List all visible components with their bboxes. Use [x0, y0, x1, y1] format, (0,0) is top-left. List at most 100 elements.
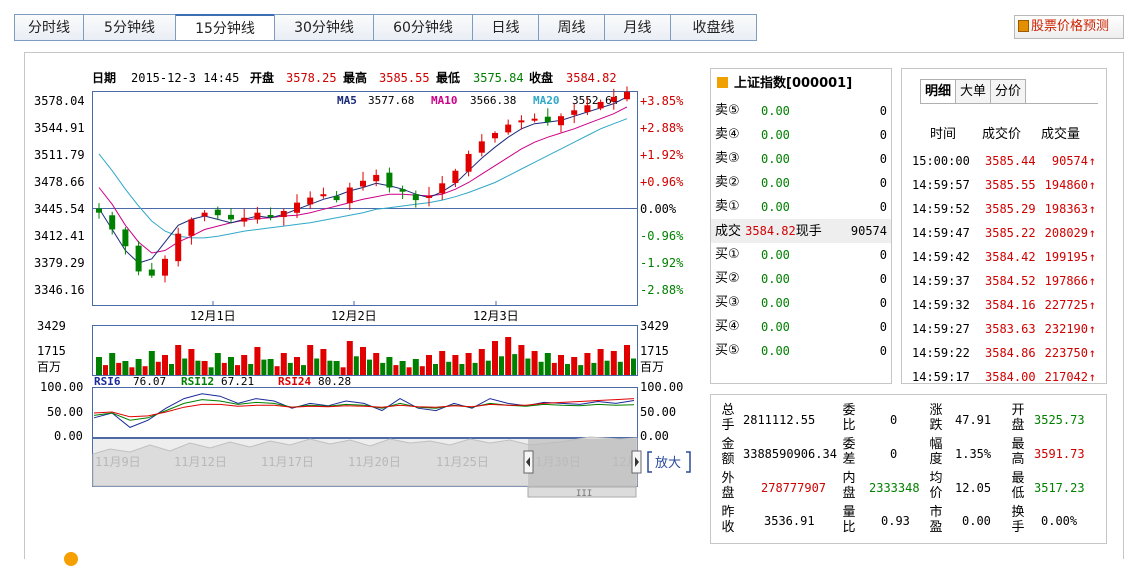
header-time: 时间 [930, 127, 957, 142]
tick-time: 14:59:17 [912, 370, 970, 384]
rsi24-label: RSI24 [278, 375, 311, 388]
bid-ratio-label: 委比 [842, 403, 856, 433]
sell-volume: 0 [879, 200, 887, 214]
buy-row: 买⑤ 0.00 0 [711, 339, 891, 363]
buy-level-label: 买⑤ [715, 343, 740, 358]
candle-body [294, 202, 300, 213]
navigator-window[interactable] [528, 439, 636, 486]
ma10-value: 3566.38 [470, 94, 516, 107]
hand-label: 现手 [795, 224, 822, 239]
volume-bar [393, 365, 399, 375]
volume-bar [267, 359, 274, 375]
prev-close-label: 昨收 [721, 505, 735, 535]
inner-label: 内盘 [842, 471, 856, 501]
sell-volume: 0 [879, 104, 887, 118]
rsi-chart-frame [92, 387, 638, 438]
volume-bar [340, 367, 346, 375]
rsi12-label: RSI12 [181, 375, 214, 388]
pe-label: 市盈 [929, 505, 943, 535]
tab-15min[interactable]: 15分钟线 [175, 14, 274, 41]
candle-body [360, 180, 366, 187]
rsi6-label: RSI6 [94, 375, 121, 388]
stock-predict-button[interactable]: 股票价格预测 [1014, 15, 1124, 39]
up-arrow-icon: ↑ [1088, 250, 1096, 264]
ma20-label: MA20 [533, 94, 560, 107]
tick-time: 14:59:37 [912, 274, 970, 288]
volume-bar [412, 359, 419, 375]
volume-bar [208, 367, 214, 375]
tab-60min[interactable]: 60分钟线 [373, 14, 472, 41]
tab-close-line[interactable]: 收盘线 [670, 14, 757, 41]
tab-30min[interactable]: 30分钟线 [274, 14, 373, 41]
candle-body [558, 116, 564, 126]
volume-bar [155, 361, 161, 375]
deal-label: 成交 [715, 224, 742, 239]
volume-bar [478, 349, 485, 375]
quote-title: 上证指数[000001] [711, 69, 891, 99]
tab-detail[interactable]: 明细 [920, 79, 956, 104]
kline-chart[interactable]: 日期 2015-12-3 14:45 开盘 3578.25 最高 3585.55… [0, 59, 700, 559]
change-pct-value: 1.35% [955, 447, 992, 461]
price-tick: 3445.54 [34, 202, 85, 216]
volume-bar [327, 360, 333, 375]
volume-bar [452, 355, 459, 375]
total-hands-value: 2811112.55 [743, 413, 816, 427]
volume-bar [492, 341, 498, 375]
tab-price-distribution[interactable]: 分价 [990, 79, 1027, 104]
tick-row: 14:59:52 3585.29 198363 ↑ [912, 197, 1102, 221]
volume-bar [221, 362, 227, 375]
turnover-label: 换手 [1011, 505, 1025, 535]
tab-monthly[interactable]: 月线 [604, 14, 670, 41]
tick-time: 14:59:22 [912, 346, 970, 360]
low-label: 最低 [436, 70, 460, 85]
pct-tick: +1.92% [640, 148, 684, 162]
sell-price: 0.00 [761, 152, 790, 166]
candle-body [531, 118, 538, 121]
rsi-axis-100: 100.00 [40, 380, 83, 394]
up-arrow-icon: ↑ [1088, 226, 1096, 240]
volume-bar [96, 357, 102, 375]
volume-bar [254, 347, 261, 375]
volume-bar [571, 357, 578, 375]
candle-body [96, 208, 102, 213]
volume-bar [373, 353, 380, 375]
volume-bar [610, 351, 617, 375]
candle-body [228, 214, 234, 220]
zoom-button[interactable]: 放大 [647, 451, 691, 473]
volume-bar [419, 366, 425, 375]
price-tick: 3544.91 [34, 121, 85, 135]
tab-large-orders[interactable]: 大单 [955, 79, 991, 104]
volume-bar [228, 357, 234, 375]
pct-tick: +2.88% [640, 121, 684, 135]
tick-price: 3584.42 [985, 250, 1036, 264]
tab-weekly[interactable]: 周线 [538, 14, 604, 41]
volume-bar [261, 359, 267, 375]
volume-bar [214, 353, 221, 375]
vol-ratio-value: 0.93 [881, 514, 910, 528]
volume-bar [129, 367, 135, 375]
tab-daily[interactable]: 日线 [472, 14, 538, 41]
scroll-grip-icon: III [576, 489, 592, 499]
bid-diff-value: 0 [890, 447, 898, 461]
volume-bar [386, 357, 393, 375]
open-stat-label: 开盘 [1011, 403, 1025, 433]
volume-bar [512, 354, 518, 375]
volume-bar [169, 364, 174, 375]
candle-body [280, 211, 287, 218]
tab-5min[interactable]: 5分钟线 [83, 14, 175, 41]
candle-body [544, 116, 551, 123]
candle-body [109, 215, 116, 230]
stats-panel: 总手 2811112.55 委比 0 涨跌 47.91 开盘 3525.73 金… [710, 394, 1107, 544]
candle-body [201, 212, 208, 217]
buy-price: 0.00 [761, 272, 790, 286]
tick-volume: 199195 [1044, 250, 1088, 264]
hand-value: 90574 [850, 224, 887, 238]
volume-bar [591, 362, 597, 375]
tick-time: 14:59:27 [912, 322, 970, 336]
tab-intraday[interactable]: 分时线 [14, 14, 83, 41]
volume-bar [367, 359, 372, 375]
candle-body [320, 194, 327, 197]
header-price: 成交价 [982, 127, 1022, 142]
date-tick: 12月2日 [331, 309, 377, 323]
volume-bar [301, 365, 306, 375]
